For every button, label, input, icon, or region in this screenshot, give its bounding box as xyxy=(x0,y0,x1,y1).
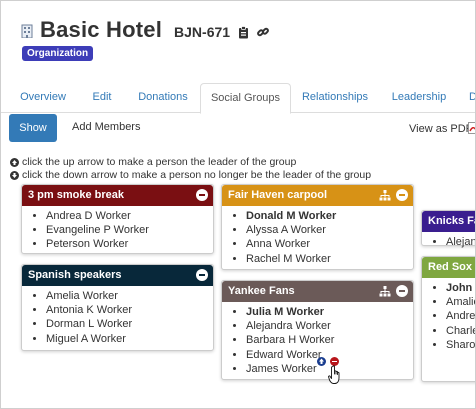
help-up: click the up arrow to make a person the … xyxy=(10,156,296,168)
organization-badge: Organization xyxy=(22,46,94,61)
member-item[interactable]: Alejand xyxy=(446,235,475,249)
group-name: Yankee Fans xyxy=(228,285,295,297)
clipboard-icon[interactable] xyxy=(238,25,249,39)
member-item[interactable]: Evangeline P Worker xyxy=(46,223,213,237)
remove-group-icon[interactable] xyxy=(196,269,208,281)
group-header: 3 pm smoke break xyxy=(22,185,213,206)
view-as-pdf-link[interactable]: View as PDF xyxy=(409,123,472,135)
link-icon[interactable] xyxy=(257,26,269,38)
member-item[interactable]: Amelia Worker xyxy=(46,289,213,303)
tab-edit[interactable]: Edit xyxy=(79,83,125,111)
help-down: click the down arrow to make a person no… xyxy=(10,169,371,181)
member-item[interactable]: Alejandra Worker xyxy=(246,319,413,333)
building-icon xyxy=(21,24,33,38)
show-button[interactable]: Show xyxy=(9,114,57,142)
org-chart-icon[interactable] xyxy=(379,285,391,297)
member-item[interactable]: Andrew xyxy=(446,309,475,323)
page-frame: Basic Hotel BJN-671 Organization Overvie… xyxy=(0,0,476,409)
down-arrow-icon xyxy=(10,170,19,180)
make-leader-arrow-icon[interactable] xyxy=(317,357,326,366)
tab-bar: Overview Edit Donations Social Groups Re… xyxy=(1,83,475,114)
remove-group-icon[interactable] xyxy=(396,285,408,297)
group-card: Knicks Fan Alejand xyxy=(421,210,475,249)
member-item[interactable]: Rachel M Worker xyxy=(246,252,413,266)
group-header: Red Sox F xyxy=(422,257,475,278)
member-item[interactable]: Dorman L Worker xyxy=(46,317,213,331)
group-name: Knicks Fan xyxy=(428,215,475,227)
group-card: 3 pm smoke break Andrea D Worker Evangel… xyxy=(21,184,214,254)
member-list: Alejand xyxy=(422,235,475,249)
tab-more[interactable]: D xyxy=(463,83,475,111)
remove-group-icon[interactable] xyxy=(196,189,208,201)
group-header: Knicks Fan xyxy=(422,211,475,232)
hand-cursor-icon xyxy=(328,365,340,384)
member-item[interactable]: Miguel A Worker xyxy=(46,332,213,346)
page-header: Basic Hotel BJN-671 xyxy=(21,17,269,43)
tab-leadership[interactable]: Leadership xyxy=(385,83,453,111)
member-item[interactable]: Antonia K Worker xyxy=(46,303,213,317)
help-down-text: click the down arrow to make a person no… xyxy=(22,169,372,181)
remove-group-icon[interactable] xyxy=(396,189,408,201)
leader-item[interactable]: John H xyxy=(446,281,475,295)
tab-social-groups[interactable]: Social Groups xyxy=(200,83,291,114)
up-arrow-icon xyxy=(10,157,19,167)
group-name: 3 pm smoke break xyxy=(28,189,124,201)
member-list: John H Amalic Andrew Charle Sharon xyxy=(422,281,475,352)
group-header: Spanish speakers xyxy=(22,265,213,286)
group-card: Spanish speakers Amelia Worker Antonia K… xyxy=(21,264,214,351)
group-header: Fair Haven carpool xyxy=(222,185,413,206)
group-card: Fair Haven carpool Donald M Worker Alyss… xyxy=(221,184,414,270)
tab-donations[interactable]: Donations xyxy=(128,83,198,111)
org-chart-icon[interactable] xyxy=(379,189,391,201)
tab-relationships[interactable]: Relationships xyxy=(295,83,375,111)
member-list: Amelia Worker Antonia K Worker Dorman L … xyxy=(22,289,213,346)
member-list: Andrea D Worker Evangeline P Worker Pete… xyxy=(22,209,213,252)
member-item[interactable]: Charle xyxy=(446,324,475,338)
leader-item[interactable]: Julia M Worker xyxy=(246,305,413,319)
member-item[interactable]: Amalic xyxy=(446,295,475,309)
leader-item[interactable]: Donald M Worker xyxy=(246,209,413,223)
group-card: Red Sox F John H Amalic Andrew Charle Sh… xyxy=(421,256,475,382)
member-list: Donald M Worker Alyssa A Worker Anna Wor… xyxy=(222,209,413,266)
add-members-link[interactable]: Add Members xyxy=(72,121,140,133)
record-code: BJN-671 xyxy=(174,24,231,40)
group-name: Fair Haven carpool xyxy=(228,189,328,201)
member-item[interactable]: Barbara H Worker xyxy=(246,333,413,347)
tab-overview[interactable]: Overview xyxy=(10,83,76,111)
member-item[interactable]: Peterson Worker xyxy=(46,237,213,251)
group-name: Red Sox F xyxy=(428,261,475,273)
member-item[interactable]: Sharon xyxy=(446,338,475,352)
member-item[interactable]: Alyssa A Worker xyxy=(246,223,413,237)
page-title: Basic Hotel xyxy=(40,17,163,42)
group-name: Spanish speakers xyxy=(28,269,122,281)
member-item[interactable]: Anna Worker xyxy=(246,237,413,251)
member-item[interactable]: Andrea D Worker xyxy=(46,209,213,223)
pdf-icon[interactable] xyxy=(468,122,476,134)
help-up-text: click the up arrow to make a person the … xyxy=(22,156,297,168)
group-header: Yankee Fans xyxy=(222,281,413,302)
